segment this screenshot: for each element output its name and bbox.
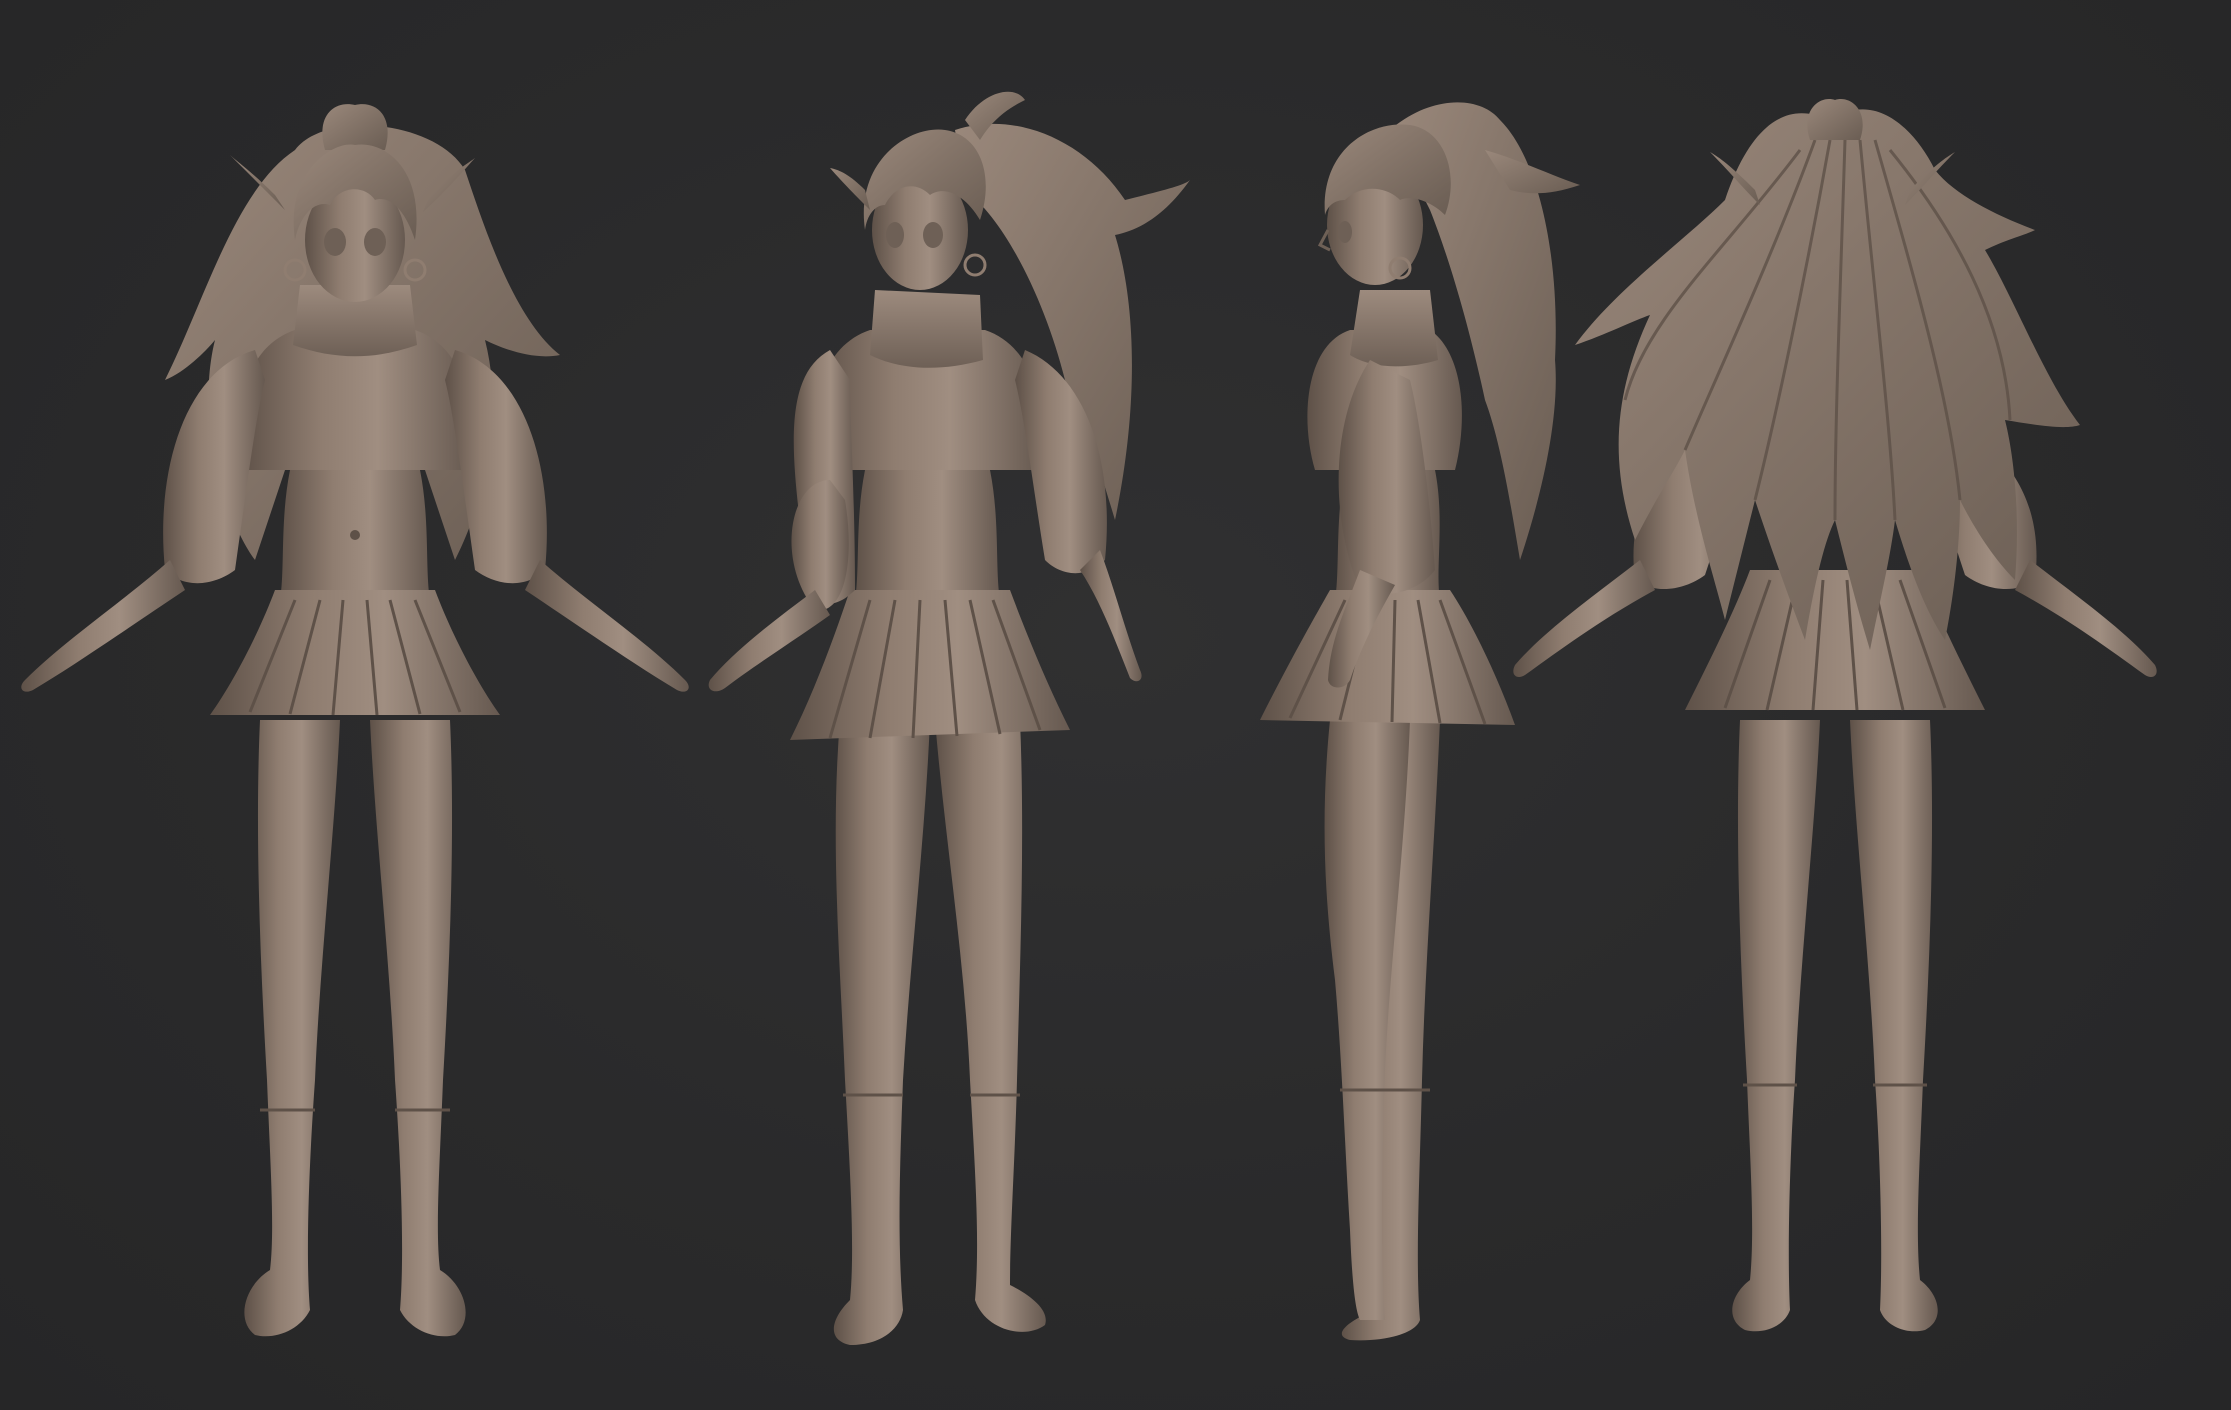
tq-eye-left: [886, 222, 904, 248]
tq-forearm-left: [708, 590, 830, 692]
front-skirt: [210, 590, 500, 715]
front-hair-bun: [322, 104, 388, 150]
front-view: [21, 104, 689, 1337]
side-eye: [1338, 221, 1352, 243]
back-forearm-right: [2015, 560, 2157, 677]
back-leg-left: [1732, 720, 1820, 1332]
back-leg-right: [1850, 720, 1938, 1332]
front-leg-left: [244, 720, 340, 1337]
front-eye-left: [324, 228, 346, 256]
front-forearm-right: [525, 560, 689, 692]
front-navel: [350, 530, 360, 540]
tq-leg-front: [833, 720, 930, 1345]
sculpt-turnaround-canvas: [0, 0, 2231, 1410]
tq-earring: [963, 253, 987, 277]
tq-leg-back: [935, 720, 1046, 1332]
tq-collar: [870, 290, 983, 368]
back-forearm-left: [1513, 560, 1655, 677]
three-quarter-view: [708, 91, 1190, 1345]
tq-eye-right: [923, 222, 943, 248]
tq-waist: [855, 470, 1000, 600]
front-leg-right: [370, 720, 466, 1337]
side-view: [1260, 102, 1580, 1341]
sculpt-turnaround-image: [21, 91, 2157, 1345]
front-eye-right: [364, 228, 386, 256]
tq-forearm-right: [1080, 550, 1142, 682]
tq-hair-spike: [830, 168, 870, 210]
back-view: [1513, 99, 2157, 1332]
back-hair-knot: [1807, 99, 1863, 140]
front-forearm-left: [21, 560, 185, 692]
side-collar: [1350, 290, 1438, 367]
tq-skirt: [790, 590, 1070, 740]
